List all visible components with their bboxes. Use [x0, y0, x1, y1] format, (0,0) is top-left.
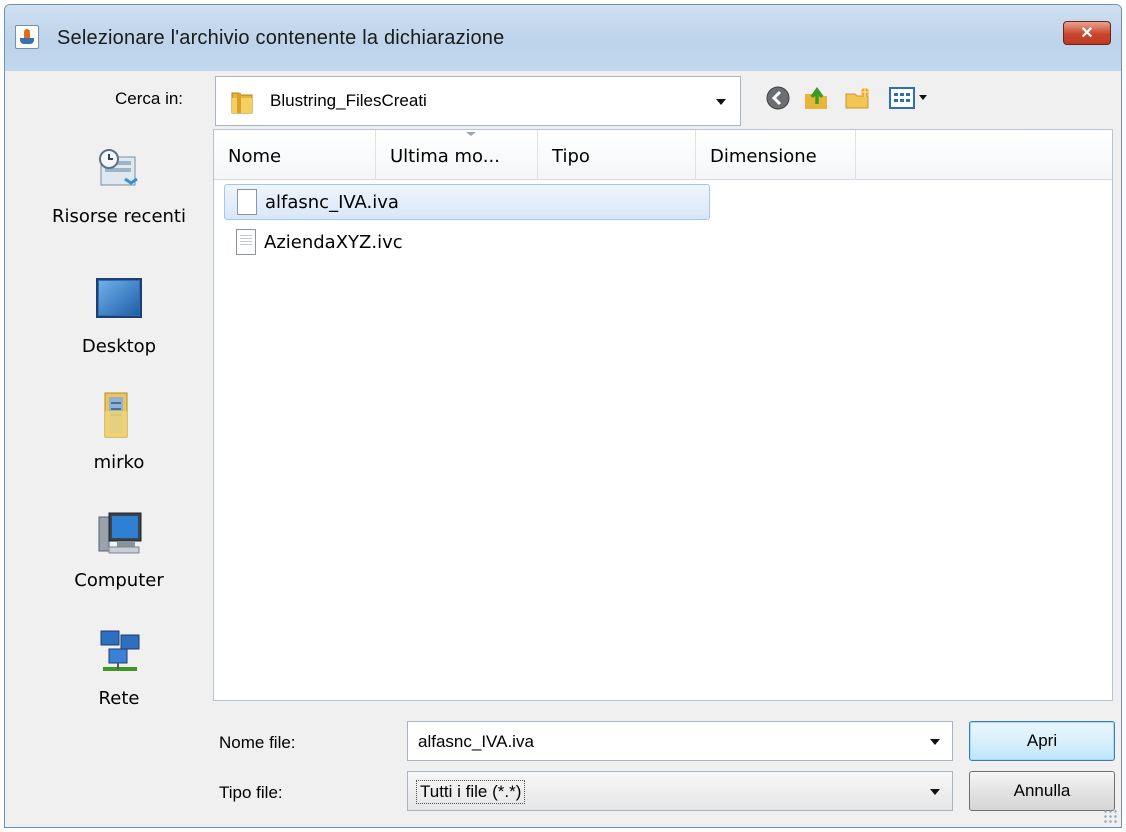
- new-folder-icon: [845, 87, 870, 109]
- filetype-select[interactable]: Tutti i file (*.*): [407, 771, 953, 811]
- place-desktop[interactable]: Desktop: [29, 275, 209, 357]
- user-folder-icon: [104, 392, 128, 438]
- java-app-icon: [15, 25, 39, 49]
- up-folder-icon: [805, 86, 827, 109]
- computer-icon: [98, 512, 142, 554]
- folder-icon: [231, 92, 253, 114]
- file-row-selected[interactable]: alfasnc_IVA.iva: [224, 184, 710, 220]
- sort-indicator-icon: [466, 132, 476, 136]
- place-label: mirko: [93, 452, 145, 473]
- up-folder-button[interactable]: [799, 81, 833, 115]
- title-bar[interactable]: Selezionare l'archivio contenente la dic…: [5, 5, 1121, 71]
- open-button[interactable]: Apri: [969, 721, 1115, 761]
- file-list[interactable]: Nome Ultima mo... Tipo Dimensione alfasn…: [213, 129, 1113, 701]
- new-folder-button[interactable]: [841, 81, 875, 115]
- view-menu-icon: [889, 87, 927, 109]
- file-name: alfasnc_IVA.iva: [265, 191, 399, 213]
- column-size[interactable]: Dimensione: [696, 130, 856, 180]
- place-label: Rete: [98, 688, 140, 709]
- chevron-down-icon[interactable]: [930, 739, 940, 745]
- filename-label: Nome file:: [219, 733, 296, 752]
- cancel-button[interactable]: Annulla: [969, 771, 1115, 811]
- dialog-title: Selezionare l'archivio contenente la dic…: [57, 27, 505, 49]
- resize-grip[interactable]: [1103, 809, 1117, 823]
- filename-combo[interactable]: alfasnc_IVA.iva: [407, 721, 953, 761]
- places-bar: Risorse recenti Desktop mirko Computer R…: [29, 129, 209, 719]
- chevron-down-icon[interactable]: [716, 99, 726, 105]
- filetype-value: Tutti i file (*.*): [416, 780, 526, 804]
- place-computer[interactable]: Computer: [29, 509, 209, 591]
- place-label: Desktop: [81, 336, 157, 357]
- place-user-folder[interactable]: mirko: [29, 391, 209, 473]
- document-file-icon: [236, 229, 256, 255]
- blank-file-icon: [237, 189, 257, 215]
- look-in-dropdown[interactable]: Blustring_FilesCreati: [215, 76, 741, 126]
- column-name[interactable]: Nome: [214, 130, 376, 180]
- column-modified-label: Ultima mo...: [390, 146, 500, 167]
- place-label: Risorse recenti: [52, 206, 186, 227]
- place-network[interactable]: Rete: [29, 627, 209, 709]
- network-icon: [100, 630, 140, 671]
- file-name: AziendaXYZ.ivc: [264, 231, 403, 253]
- chevron-down-icon[interactable]: [930, 789, 940, 795]
- back-button[interactable]: [761, 81, 795, 115]
- filename-value: alfasnc_IVA.iva: [418, 732, 534, 751]
- look-in-label: Cerca in:: [115, 89, 184, 108]
- look-in-value: Blustring_FilesCreati: [270, 91, 427, 110]
- back-icon: [766, 86, 790, 110]
- file-row[interactable]: AziendaXYZ.ivc: [224, 224, 710, 260]
- column-header: Nome Ultima mo... Tipo Dimensione: [214, 130, 1112, 180]
- column-modified[interactable]: Ultima mo...: [376, 130, 538, 180]
- place-recent[interactable]: Risorse recenti: [29, 145, 209, 227]
- filetype-label: Tipo file:: [219, 783, 283, 802]
- close-button[interactable]: ✕: [1063, 21, 1111, 45]
- file-chooser-dialog: Selezionare l'archivio contenente la dic…: [4, 4, 1122, 828]
- column-type[interactable]: Tipo: [538, 130, 696, 180]
- recent-places-icon: [99, 149, 138, 186]
- view-menu-button[interactable]: [885, 81, 935, 115]
- place-label: Computer: [74, 570, 164, 591]
- desktop-icon: [96, 278, 142, 318]
